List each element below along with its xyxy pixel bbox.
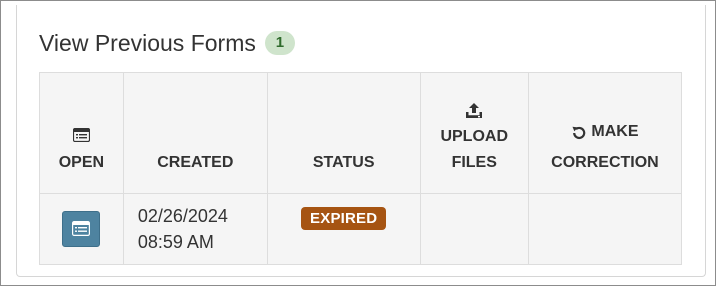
created-time: 08:59 AM: [137, 232, 214, 252]
table-row: 02/26/2024 08:59 AM EXPIRED: [39, 193, 683, 265]
section-title: View Previous Forms: [39, 29, 256, 56]
header-status-label: STATUS: [312, 154, 375, 171]
header-status: STATUS: [266, 72, 421, 194]
header-make-correction: MAKE CORRECTION: [527, 72, 683, 194]
header-open: OPEN: [39, 72, 124, 194]
header-correction-line1: MAKE: [591, 123, 639, 140]
window-frame: View Previous Forms 1 OPEN CREATED STATU…: [0, 0, 716, 286]
header-upload-files: UPLOAD FILES: [419, 72, 529, 194]
table-header-row: OPEN CREATED STATUS UPLOAD FILES MAKE CO…: [39, 72, 683, 194]
cell-make-correction: [527, 193, 683, 265]
section-heading: View Previous Forms 1: [39, 29, 295, 57]
created-date: 02/26/2024: [137, 206, 228, 226]
undo-icon: [571, 124, 587, 140]
form-list-icon: [72, 221, 91, 236]
header-created: CREATED: [122, 72, 268, 194]
previous-forms-table: OPEN CREATED STATUS UPLOAD FILES MAKE CO…: [39, 72, 683, 265]
cell-status: EXPIRED: [266, 193, 421, 265]
header-correction-line2: CORRECTION: [551, 154, 659, 171]
header-created-label: CREATED: [157, 154, 234, 171]
form-list-icon: [44, 127, 119, 146]
cell-created: 02/26/2024 08:59 AM: [122, 193, 268, 265]
upload-icon: [425, 102, 524, 120]
header-open-label: OPEN: [58, 154, 105, 171]
cell-open: [39, 193, 124, 265]
cell-upload-files: [419, 193, 529, 265]
header-upload-line1: UPLOAD: [440, 128, 509, 145]
status-badge: EXPIRED: [301, 207, 387, 230]
previous-forms-card: View Previous Forms 1 OPEN CREATED STATU…: [16, 5, 706, 277]
forms-count-badge: 1: [264, 31, 295, 55]
open-form-button[interactable]: [62, 211, 101, 247]
header-upload-line2: FILES: [451, 154, 497, 171]
header-correction-line1-wrap: MAKE: [571, 119, 638, 145]
